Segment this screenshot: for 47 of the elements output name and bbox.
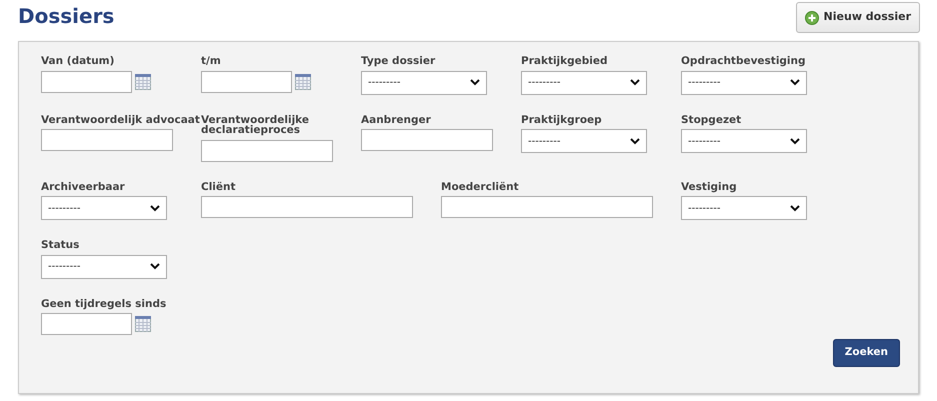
calendar-icon[interactable] bbox=[135, 74, 151, 90]
chevron-icon bbox=[790, 79, 800, 86]
new-dossier-button[interactable]: Nieuw dossier bbox=[796, 2, 920, 33]
chevron-icon bbox=[630, 138, 640, 144]
select-dropdown[interactable]: --------- bbox=[681, 70, 807, 94]
calendar-icon[interactable] bbox=[135, 316, 151, 332]
select-dropdown[interactable]: --------- bbox=[41, 196, 167, 220]
field-label: Opdrachtbevestiging bbox=[681, 56, 807, 66]
text-field[interactable] bbox=[441, 196, 653, 218]
field-label: Verantwoordelijk advocaat bbox=[41, 114, 201, 125]
text-field[interactable] bbox=[41, 129, 173, 151]
select-dropdown[interactable]: --------- bbox=[521, 70, 647, 94]
field-label: Geen tijdregels sinds bbox=[41, 298, 168, 309]
chevron-icon bbox=[630, 79, 640, 86]
select-dropdown[interactable]: --------- bbox=[361, 70, 487, 94]
chevron-icon bbox=[790, 138, 800, 144]
date-field[interactable] bbox=[41, 70, 132, 92]
text-field[interactable] bbox=[201, 140, 333, 162]
select-dropdown[interactable]: --------- bbox=[41, 254, 167, 278]
field-label: t/m bbox=[201, 56, 222, 66]
field-label: Aanbrenger bbox=[361, 114, 432, 125]
search-button[interactable]: Zoeken bbox=[832, 339, 900, 367]
chevron-icon bbox=[150, 204, 160, 212]
chevron-icon bbox=[790, 204, 800, 212]
select-dropdown[interactable]: --------- bbox=[681, 129, 807, 153]
select-dropdown[interactable]: --------- bbox=[521, 129, 647, 153]
field-label: Vestiging bbox=[681, 182, 738, 192]
field-label: Van (datum) bbox=[41, 56, 116, 66]
field-label: Verantwoordelijke declaratieproces bbox=[201, 114, 310, 136]
chevron-icon bbox=[150, 263, 160, 270]
text-field[interactable] bbox=[201, 196, 413, 218]
field-label: Moedercliënt bbox=[441, 182, 520, 192]
field-label: Cliënt bbox=[201, 182, 237, 192]
page-title: Dossiers bbox=[18, 4, 114, 28]
field-label: Praktijkgroep bbox=[521, 114, 603, 125]
field-label: Praktijkgebied bbox=[521, 56, 609, 66]
field-label: Stopgezet bbox=[681, 114, 742, 125]
date-field[interactable] bbox=[41, 313, 132, 335]
field-label: Type dossier bbox=[361, 56, 436, 66]
text-field[interactable] bbox=[361, 129, 493, 151]
date-field[interactable] bbox=[201, 70, 292, 92]
add-icon bbox=[804, 10, 819, 24]
select-dropdown[interactable]: --------- bbox=[681, 196, 807, 220]
field-label: Archiveerbaar bbox=[41, 182, 126, 192]
chevron-icon bbox=[470, 79, 480, 86]
calendar-icon[interactable] bbox=[295, 74, 311, 90]
field-label: Status bbox=[41, 240, 80, 250]
